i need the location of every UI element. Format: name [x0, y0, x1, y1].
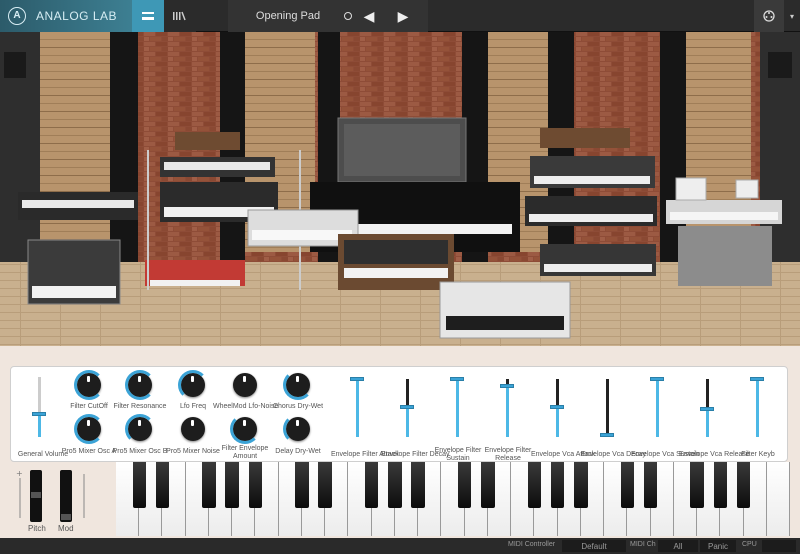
filter-cutoff-knob[interactable]: [74, 370, 104, 400]
black-key[interactable]: [550, 462, 565, 508]
midi-controller-select[interactable]: Default: [562, 540, 626, 552]
arturia-logo-icon: A: [8, 6, 26, 25]
filter-resonance-knob[interactable]: [125, 370, 155, 400]
black-key[interactable]: [643, 462, 658, 508]
status-bar: MIDI Controller Default MIDI Ch All Pani…: [0, 538, 800, 554]
white-key[interactable]: [766, 462, 790, 536]
envelope-filter-attack-label: Envelope Filter Attack: [331, 451, 399, 458]
black-key[interactable]: [411, 462, 425, 508]
settings-icon: [763, 10, 775, 22]
black-key[interactable]: [388, 462, 402, 508]
mod-range-icon: [83, 474, 85, 518]
svg-text:+: +: [16, 469, 23, 478]
black-key[interactable]: [620, 462, 635, 508]
keyboard-view-button[interactable]: [132, 0, 164, 32]
black-key[interactable]: [155, 462, 170, 508]
black-key[interactable]: [364, 462, 379, 508]
library-icon: [173, 11, 186, 20]
pitch-range-icon: +: [16, 469, 23, 518]
app-title: ANALOG LAB: [36, 8, 118, 23]
black-key[interactable]: [132, 462, 146, 508]
delay-dry-wet-label: Delay Dry-Wet: [275, 448, 321, 455]
control-panel: General Volume Filter CutOff Filter Reso…: [10, 366, 788, 462]
black-key[interactable]: [318, 462, 332, 508]
preset-selector[interactable]: Opening Pad ◀ ▶: [228, 0, 428, 32]
midi-ch-label: MIDI Ch: [630, 541, 656, 548]
settings-button[interactable]: [754, 0, 784, 32]
pro5-mixer-osc-b-knob[interactable]: [125, 414, 155, 444]
piano-keyboard[interactable]: [116, 462, 790, 536]
filter-envelope-amount-knob[interactable]: [230, 414, 260, 444]
mod-label: Mod: [58, 524, 74, 533]
pro5-mixer-noise-knob[interactable]: [181, 417, 205, 441]
envelope-vca-decay-label: Envelope Vca Decay: [581, 451, 646, 458]
envelope-filter-release-label: Envelope Filter Release: [484, 447, 532, 462]
black-key[interactable]: [457, 462, 472, 508]
pro5-mixer-osc-a-knob[interactable]: [74, 414, 104, 444]
next-preset-button[interactable]: ▶: [386, 0, 420, 32]
wheelmod-lfo-noise-knob[interactable]: [233, 373, 257, 397]
black-key[interactable]: [225, 462, 239, 508]
filter-keyb-label: Filter Keyb: [741, 451, 775, 458]
envelope-filter-decay-label: Envelope Filter Decay: [381, 451, 450, 458]
prev-preset-button[interactable]: ◀: [352, 0, 386, 32]
pitch-label: Pitch: [28, 524, 46, 533]
preset-status-icon: [344, 12, 352, 20]
mod-wheel[interactable]: [60, 470, 72, 522]
cpu-label: CPU: [742, 541, 757, 548]
menu-dropdown-button[interactable]: ▾: [784, 0, 800, 32]
analog-lab-window: A ANALOG LAB Opening Pad ◀ ▶ ▾ General V…: [0, 0, 800, 554]
keyboard-view-icon: [142, 11, 154, 20]
cpu-meter: [762, 540, 796, 552]
panic-button[interactable]: Panic: [700, 540, 736, 552]
black-key[interactable]: [736, 462, 751, 508]
library-view-button[interactable]: [164, 0, 196, 32]
envelope-vca-attack-label: Envelope Vca Attack: [531, 451, 596, 458]
chorus-dry-wet-label: Chorus Dry-Wet: [272, 403, 324, 410]
black-key[interactable]: [248, 462, 263, 508]
wheels-area: + Pitch Mod: [10, 464, 115, 536]
black-key[interactable]: [690, 462, 704, 508]
envelope-filter-sustain-label: Envelope Filter Sustain: [434, 447, 482, 462]
chorus-dry-wet-knob[interactable]: [283, 370, 313, 400]
black-key[interactable]: [202, 462, 216, 508]
lfo-freq-knob[interactable]: [178, 370, 208, 400]
delay-dry-wet-knob[interactable]: [283, 414, 310, 444]
black-key[interactable]: [481, 462, 495, 508]
midi-ch-select[interactable]: All: [658, 540, 698, 552]
envelope-vca-release-label: Envelope Vca Release: [679, 451, 750, 458]
envelope-vca-sustain-label: Envelope Vca Sustain: [631, 451, 700, 458]
midi-controller-label: MIDI Controller: [508, 541, 556, 548]
black-key[interactable]: [713, 462, 727, 508]
pitch-wheel[interactable]: [30, 470, 42, 522]
app-logo[interactable]: A ANALOG LAB: [0, 0, 132, 32]
preset-name: Opening Pad: [255, 10, 321, 22]
studio-image: [0, 32, 800, 346]
black-key[interactable]: [527, 462, 542, 508]
studio-illustration: [0, 32, 800, 346]
black-key[interactable]: [574, 462, 588, 508]
black-key[interactable]: [295, 462, 309, 508]
